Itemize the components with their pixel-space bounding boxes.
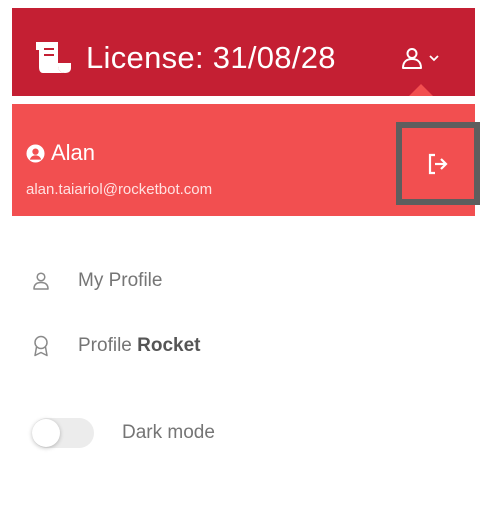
award-icon (34, 335, 48, 357)
account-header: Alan alan.taiariol@rocketbot.com (12, 104, 480, 216)
sign-out-icon (428, 153, 448, 174)
account-name-row: Alan (26, 140, 95, 166)
scroll-icon (36, 42, 71, 73)
menu-item-label-prefix: Profile (78, 335, 132, 356)
user-menu-button[interactable] (400, 42, 440, 74)
menu-item-my-profile[interactable]: My Profile (32, 270, 162, 292)
menu-item-label: My Profile (78, 270, 163, 291)
menu-item-profile-rocket[interactable]: Profile Rocket (32, 335, 201, 357)
user-icon (33, 272, 49, 290)
dark-mode-toggle[interactable] (32, 418, 94, 448)
menu-item-label: Profile Rocket (78, 335, 201, 357)
chevron-down-icon (429, 55, 439, 62)
account-dropdown: Alan alan.taiariol@rocketbot.com My Prof… (12, 96, 480, 524)
account-name: Alan (51, 140, 96, 165)
license-text: License: 31/08/28 (86, 40, 336, 75)
dark-mode-row: Dark mode (32, 418, 215, 448)
dropdown-caret (409, 84, 433, 96)
user-circle-icon (26, 143, 45, 163)
toggle-knob (32, 419, 60, 447)
logout-button[interactable] (396, 122, 480, 205)
license-info: License: 31/08/28 (36, 38, 336, 78)
top-bar: License: 31/08/28 (12, 8, 475, 103)
dark-mode-label: Dark mode (122, 422, 215, 443)
menu-item-label-strong: Rocket (137, 335, 201, 356)
user-icon (402, 48, 422, 69)
account-email: alan.taiariol@rocketbot.com (26, 181, 213, 198)
